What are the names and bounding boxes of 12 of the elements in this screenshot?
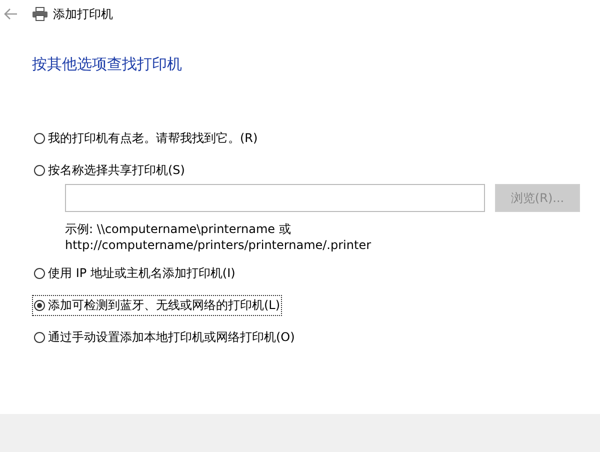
window-title: 添加打印机 [53, 6, 113, 22]
printer-name-field[interactable] [65, 184, 485, 212]
radio-option[interactable]: 使用 IP 地址或主机名添加打印机(I) [32, 262, 238, 284]
printer-icon [32, 7, 48, 21]
page-heading: 按其他选项查找打印机 [32, 55, 182, 74]
radio-option[interactable]: 按名称选择共享打印机(S) [32, 160, 187, 180]
radio-option[interactable]: 我的打印机有点老。请帮我找到它。(R) [32, 128, 260, 148]
back-icon[interactable] [4, 8, 18, 20]
radio-option[interactable]: 添加可检测到蓝牙、无线或网络的打印机(L) [32, 294, 282, 316]
example-text: http://computername/printers/printername/.printer [65, 237, 372, 253]
example-text: 示例: \\computername\printername 或 [65, 221, 291, 237]
radio-option[interactable]: 通过手动设置添加本地打印机或网络打印机(O) [32, 326, 297, 348]
